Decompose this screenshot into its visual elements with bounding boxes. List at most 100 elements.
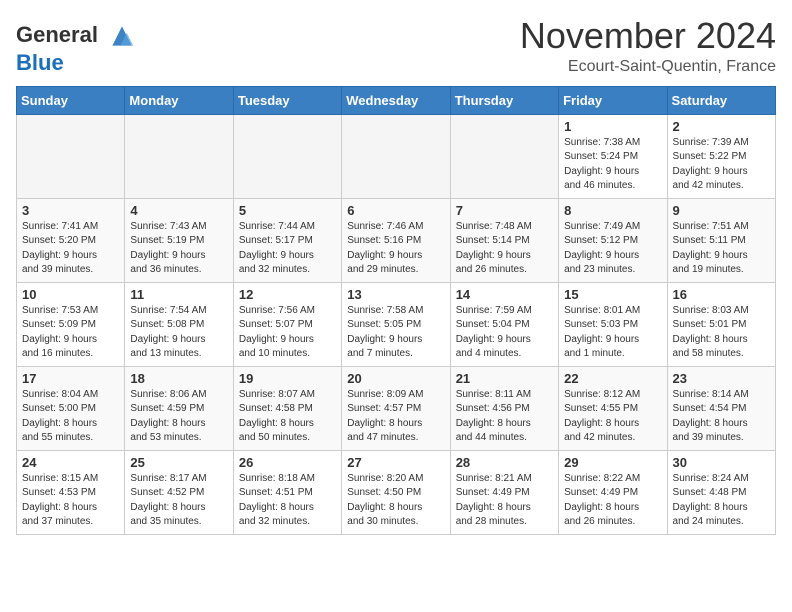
day-cell: 25Sunrise: 8:17 AM Sunset: 4:52 PM Dayli…: [125, 450, 233, 534]
week-row-3: 10 Sunrise: 7:53 AM Sunset: 5:09 PM Dayli…: [17, 282, 776, 366]
day-cell: 29 Sunrise: 8:22 AM Sunset: 4:49 PM Dayli…: [559, 450, 667, 534]
logo-blue: Blue: [16, 50, 64, 75]
day-number: 8: [564, 203, 661, 218]
day-info: Sunrise: 8:14 AM Sunset: 4:54 PM Dayligh…: [673, 388, 770, 446]
day-cell: 6 Sunrise: 7:46 AM Sunset: 5:16 PM Daylig…: [342, 198, 450, 282]
day-cell: [233, 114, 341, 198]
logo-icon: [106, 20, 138, 52]
day-cell: 17 Sunrise: 8:04 AM Sunset: 5:00 PM Dayli…: [17, 366, 125, 450]
day-number: 16: [673, 287, 770, 302]
day-cell: 9 Sunrise: 7:51 AM Sunset: 5:11 PM Daylig…: [667, 198, 775, 282]
logo-general: General: [16, 22, 98, 47]
col-header-thursday: Thursday: [450, 86, 558, 114]
day-number: 24: [22, 455, 119, 470]
day-cell: 28 Sunrise: 8:21 AM Sunset: 4:49 PM Dayli…: [450, 450, 558, 534]
day-number: 13: [347, 287, 444, 302]
day-cell: 8 Sunrise: 7:49 AM Sunset: 5:12 PM Daylig…: [559, 198, 667, 282]
day-number: 1: [564, 119, 661, 134]
day-info: Sunrise: 7:59 AM Sunset: 5:04 PM Dayligh…: [456, 304, 553, 362]
day-cell: 23 Sunrise: 8:14 AM Sunset: 4:54 PM Dayli…: [667, 366, 775, 450]
day-cell: 2Sunrise: 7:39 AM Sunset: 5:22 PM Daylig…: [667, 114, 775, 198]
day-cell: 12 Sunrise: 7:56 AM Sunset: 5:07 PM Dayli…: [233, 282, 341, 366]
week-row-4: 17 Sunrise: 8:04 AM Sunset: 5:00 PM Dayli…: [17, 366, 776, 450]
day-number: 20: [347, 371, 444, 386]
header: General Blue November 2024 Ecourt-Saint-…: [16, 16, 776, 76]
day-info: Sunrise: 7:49 AM Sunset: 5:12 PM Dayligh…: [564, 220, 661, 278]
day-number: 18: [130, 371, 227, 386]
day-cell: 7Sunrise: 7:48 AM Sunset: 5:14 PM Daylig…: [450, 198, 558, 282]
day-cell: 26 Sunrise: 8:18 AM Sunset: 4:51 PM Dayli…: [233, 450, 341, 534]
col-header-sunday: Sunday: [17, 86, 125, 114]
day-number: 29: [564, 455, 661, 470]
day-info: Sunrise: 7:43 AM Sunset: 5:19 PM Dayligh…: [130, 220, 227, 278]
day-number: 10: [22, 287, 119, 302]
day-number: 21: [456, 371, 553, 386]
day-info: Sunrise: 8:21 AM Sunset: 4:49 PM Dayligh…: [456, 472, 553, 530]
day-number: 26: [239, 455, 336, 470]
day-cell: 11 Sunrise: 7:54 AM Sunset: 5:08 PM Dayli…: [125, 282, 233, 366]
day-info: Sunrise: 7:38 AM Sunset: 5:24 PM Dayligh…: [564, 136, 661, 194]
day-number: 28: [456, 455, 553, 470]
day-info: Sunrise: 8:20 AM Sunset: 4:50 PM Dayligh…: [347, 472, 444, 530]
day-cell: [450, 114, 558, 198]
day-cell: 1 Sunrise: 7:38 AM Sunset: 5:24 PM Daylig…: [559, 114, 667, 198]
day-number: 3: [22, 203, 119, 218]
location-title: Ecourt-Saint-Quentin, France: [520, 58, 776, 76]
day-info: Sunrise: 8:17 AM Sunset: 4:52 PM Dayligh…: [130, 472, 227, 530]
day-info: Sunrise: 8:06 AM Sunset: 4:59 PM Dayligh…: [130, 388, 227, 446]
col-header-wednesday: Wednesday: [342, 86, 450, 114]
day-info: Sunrise: 8:22 AM Sunset: 4:49 PM Dayligh…: [564, 472, 661, 530]
day-cell: 10 Sunrise: 7:53 AM Sunset: 5:09 PM Dayli…: [17, 282, 125, 366]
day-cell: [17, 114, 125, 198]
day-number: 23: [673, 371, 770, 386]
day-info: Sunrise: 8:24 AM Sunset: 4:48 PM Dayligh…: [673, 472, 770, 530]
day-info: Sunrise: 8:12 AM Sunset: 4:55 PM Dayligh…: [564, 388, 661, 446]
day-number: 14: [456, 287, 553, 302]
day-number: 15: [564, 287, 661, 302]
week-row-2: 3 Sunrise: 7:41 AM Sunset: 5:20 PM Daylig…: [17, 198, 776, 282]
day-number: 17: [22, 371, 119, 386]
day-info: Sunrise: 8:04 AM Sunset: 5:00 PM Dayligh…: [22, 388, 119, 446]
day-cell: 19 Sunrise: 8:07 AM Sunset: 4:58 PM Dayli…: [233, 366, 341, 450]
day-info: Sunrise: 7:44 AM Sunset: 5:17 PM Dayligh…: [239, 220, 336, 278]
day-info: Sunrise: 7:58 AM Sunset: 5:05 PM Dayligh…: [347, 304, 444, 362]
day-info: Sunrise: 8:07 AM Sunset: 4:58 PM Dayligh…: [239, 388, 336, 446]
day-cell: 30 Sunrise: 8:24 AM Sunset: 4:48 PM Dayli…: [667, 450, 775, 534]
day-cell: 14 Sunrise: 7:59 AM Sunset: 5:04 PM Dayli…: [450, 282, 558, 366]
day-cell: [125, 114, 233, 198]
day-cell: 27Sunrise: 8:20 AM Sunset: 4:50 PM Dayli…: [342, 450, 450, 534]
day-cell: 5 Sunrise: 7:44 AM Sunset: 5:17 PM Daylig…: [233, 198, 341, 282]
day-info: Sunrise: 8:09 AM Sunset: 4:57 PM Dayligh…: [347, 388, 444, 446]
day-number: 11: [130, 287, 227, 302]
day-cell: 18 Sunrise: 8:06 AM Sunset: 4:59 PM Dayli…: [125, 366, 233, 450]
col-header-tuesday: Tuesday: [233, 86, 341, 114]
day-cell: 3 Sunrise: 7:41 AM Sunset: 5:20 PM Daylig…: [17, 198, 125, 282]
day-cell: 22Sunrise: 8:12 AM Sunset: 4:55 PM Dayli…: [559, 366, 667, 450]
title-area: November 2024 Ecourt-Saint-Quentin, Fran…: [520, 16, 776, 76]
day-info: Sunrise: 8:11 AM Sunset: 4:56 PM Dayligh…: [456, 388, 553, 446]
day-number: 19: [239, 371, 336, 386]
day-number: 9: [673, 203, 770, 218]
day-number: 7: [456, 203, 553, 218]
day-info: Sunrise: 7:46 AM Sunset: 5:16 PM Dayligh…: [347, 220, 444, 278]
day-info: Sunrise: 7:51 AM Sunset: 5:11 PM Dayligh…: [673, 220, 770, 278]
day-cell: 24 Sunrise: 8:15 AM Sunset: 4:53 PM Dayli…: [17, 450, 125, 534]
day-info: Sunrise: 8:18 AM Sunset: 4:51 PM Dayligh…: [239, 472, 336, 530]
logo: General Blue: [16, 20, 138, 74]
week-row-1: 1 Sunrise: 7:38 AM Sunset: 5:24 PM Daylig…: [17, 114, 776, 198]
day-cell: 20 Sunrise: 8:09 AM Sunset: 4:57 PM Dayli…: [342, 366, 450, 450]
day-cell: 21 Sunrise: 8:11 AM Sunset: 4:56 PM Dayli…: [450, 366, 558, 450]
day-info: Sunrise: 7:41 AM Sunset: 5:20 PM Dayligh…: [22, 220, 119, 278]
day-number: 6: [347, 203, 444, 218]
col-header-saturday: Saturday: [667, 86, 775, 114]
day-info: Sunrise: 7:54 AM Sunset: 5:08 PM Dayligh…: [130, 304, 227, 362]
day-info: Sunrise: 7:56 AM Sunset: 5:07 PM Dayligh…: [239, 304, 336, 362]
day-number: 30: [673, 455, 770, 470]
day-number: 4: [130, 203, 227, 218]
day-info: Sunrise: 7:53 AM Sunset: 5:09 PM Dayligh…: [22, 304, 119, 362]
day-info: Sunrise: 8:15 AM Sunset: 4:53 PM Dayligh…: [22, 472, 119, 530]
day-number: 5: [239, 203, 336, 218]
day-info: Sunrise: 8:03 AM Sunset: 5:01 PM Dayligh…: [673, 304, 770, 362]
day-cell: 15Sunrise: 8:01 AM Sunset: 5:03 PM Dayli…: [559, 282, 667, 366]
day-number: 12: [239, 287, 336, 302]
